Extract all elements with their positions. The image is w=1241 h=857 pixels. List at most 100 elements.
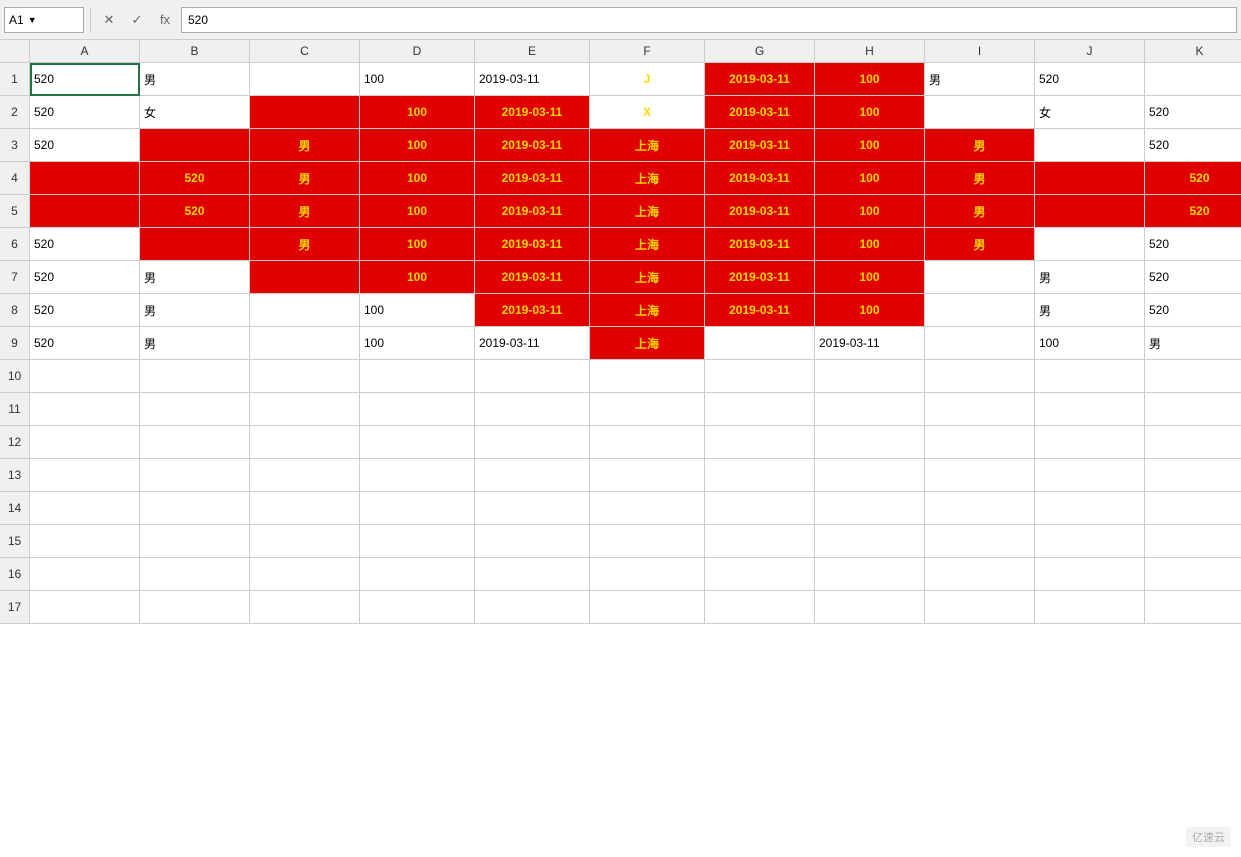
- cell-13-E[interactable]: [475, 459, 590, 492]
- cell-15-C[interactable]: [250, 525, 360, 558]
- cell-15-I[interactable]: [925, 525, 1035, 558]
- cell-2-C[interactable]: [250, 96, 360, 129]
- cell-3-K[interactable]: 520: [1145, 129, 1241, 162]
- col-header-K[interactable]: K: [1145, 40, 1241, 62]
- cell-8-A[interactable]: 520: [30, 294, 140, 327]
- cell-1-F[interactable]: J: [590, 63, 705, 96]
- cell-9-K[interactable]: 男: [1145, 327, 1241, 360]
- cell-2-E[interactable]: 2019-03-11: [475, 96, 590, 129]
- cell-11-G[interactable]: [705, 393, 815, 426]
- cell-8-J[interactable]: 男: [1035, 294, 1145, 327]
- col-header-F[interactable]: F: [590, 40, 705, 62]
- cell-14-D[interactable]: [360, 492, 475, 525]
- cell-15-E[interactable]: [475, 525, 590, 558]
- cell-14-K[interactable]: [1145, 492, 1241, 525]
- cell-13-F[interactable]: [590, 459, 705, 492]
- cell-2-J[interactable]: 女: [1035, 96, 1145, 129]
- cell-8-D[interactable]: 100: [360, 294, 475, 327]
- cell-12-I[interactable]: [925, 426, 1035, 459]
- cell-16-I[interactable]: [925, 558, 1035, 591]
- cell-4-G[interactable]: 2019-03-11: [705, 162, 815, 195]
- cell-10-B[interactable]: [140, 360, 250, 393]
- cell-11-I[interactable]: [925, 393, 1035, 426]
- cell-16-G[interactable]: [705, 558, 815, 591]
- cell-12-A[interactable]: [30, 426, 140, 459]
- cell-13-G[interactable]: [705, 459, 815, 492]
- cell-16-K[interactable]: [1145, 558, 1241, 591]
- cell-11-J[interactable]: [1035, 393, 1145, 426]
- cell-8-C[interactable]: [250, 294, 360, 327]
- cell-13-J[interactable]: [1035, 459, 1145, 492]
- cell-16-F[interactable]: [590, 558, 705, 591]
- cell-1-I[interactable]: 男: [925, 63, 1035, 96]
- cell-12-E[interactable]: [475, 426, 590, 459]
- cell-8-H[interactable]: 100: [815, 294, 925, 327]
- col-header-C[interactable]: C: [250, 40, 360, 62]
- cell-9-I[interactable]: [925, 327, 1035, 360]
- cell-4-H[interactable]: 100: [815, 162, 925, 195]
- cell-14-C[interactable]: [250, 492, 360, 525]
- cell-6-I[interactable]: 男: [925, 228, 1035, 261]
- cell-11-K[interactable]: [1145, 393, 1241, 426]
- cell-6-K[interactable]: 520: [1145, 228, 1241, 261]
- cell-13-C[interactable]: [250, 459, 360, 492]
- cell-6-F[interactable]: 上海: [590, 228, 705, 261]
- cell-14-J[interactable]: [1035, 492, 1145, 525]
- cell-16-B[interactable]: [140, 558, 250, 591]
- cell-17-C[interactable]: [250, 591, 360, 624]
- cell-14-A[interactable]: [30, 492, 140, 525]
- cell-1-D[interactable]: 100: [360, 63, 475, 96]
- cell-11-E[interactable]: [475, 393, 590, 426]
- cell-8-K[interactable]: 520: [1145, 294, 1241, 327]
- cell-13-K[interactable]: [1145, 459, 1241, 492]
- dropdown-arrow[interactable]: ▼: [28, 15, 37, 25]
- cell-16-D[interactable]: [360, 558, 475, 591]
- cell-15-D[interactable]: [360, 525, 475, 558]
- cell-5-C[interactable]: 男: [250, 195, 360, 228]
- cell-10-A[interactable]: [30, 360, 140, 393]
- col-header-B[interactable]: B: [140, 40, 250, 62]
- cell-17-J[interactable]: [1035, 591, 1145, 624]
- cell-3-H[interactable]: 100: [815, 129, 925, 162]
- cell-14-E[interactable]: [475, 492, 590, 525]
- cell-4-F[interactable]: 上海: [590, 162, 705, 195]
- cell-3-E[interactable]: 2019-03-11: [475, 129, 590, 162]
- cell-9-B[interactable]: 男: [140, 327, 250, 360]
- cell-7-F[interactable]: 上海: [590, 261, 705, 294]
- cell-14-F[interactable]: [590, 492, 705, 525]
- cell-2-F[interactable]: X: [590, 96, 705, 129]
- cell-17-E[interactable]: [475, 591, 590, 624]
- cell-7-H[interactable]: 100: [815, 261, 925, 294]
- cell-3-I[interactable]: 男: [925, 129, 1035, 162]
- cell-10-H[interactable]: [815, 360, 925, 393]
- cell-4-B[interactable]: 520: [140, 162, 250, 195]
- formula-bar[interactable]: 520: [181, 7, 1237, 33]
- cell-11-H[interactable]: [815, 393, 925, 426]
- cell-1-C[interactable]: [250, 63, 360, 96]
- cell-5-F[interactable]: 上海: [590, 195, 705, 228]
- cell-13-B[interactable]: [140, 459, 250, 492]
- cell-4-E[interactable]: 2019-03-11: [475, 162, 590, 195]
- cell-9-H[interactable]: 2019-03-11: [815, 327, 925, 360]
- cell-3-F[interactable]: 上海: [590, 129, 705, 162]
- cell-14-H[interactable]: [815, 492, 925, 525]
- cell-12-G[interactable]: [705, 426, 815, 459]
- cell-9-G[interactable]: [705, 327, 815, 360]
- cell-4-I[interactable]: 男: [925, 162, 1035, 195]
- cell-12-D[interactable]: [360, 426, 475, 459]
- cell-6-B[interactable]: [140, 228, 250, 261]
- cell-5-D[interactable]: 100: [360, 195, 475, 228]
- cell-ref-box[interactable]: A1 ▼: [4, 7, 84, 33]
- cell-11-B[interactable]: [140, 393, 250, 426]
- cell-7-K[interactable]: 520: [1145, 261, 1241, 294]
- cell-7-C[interactable]: [250, 261, 360, 294]
- cell-2-G[interactable]: 2019-03-11: [705, 96, 815, 129]
- cell-17-K[interactable]: [1145, 591, 1241, 624]
- cell-6-C[interactable]: 男: [250, 228, 360, 261]
- cell-1-A[interactable]: 520: [30, 63, 140, 96]
- cell-13-H[interactable]: [815, 459, 925, 492]
- cancel-button[interactable]: ✕: [97, 8, 121, 32]
- cell-1-J[interactable]: 520: [1035, 63, 1145, 96]
- cell-2-I[interactable]: [925, 96, 1035, 129]
- cell-7-I[interactable]: [925, 261, 1035, 294]
